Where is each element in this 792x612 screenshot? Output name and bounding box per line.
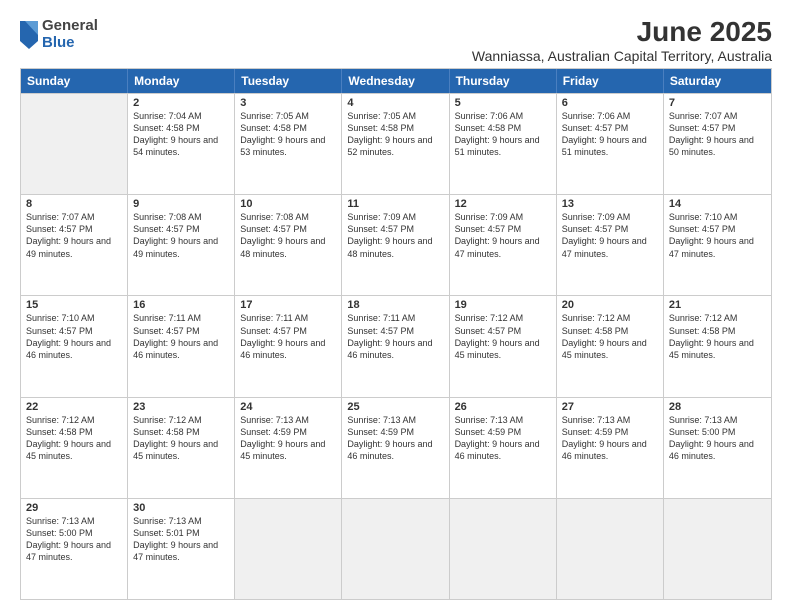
page-subtitle: Wanniassa, Australian Capital Territory,… [472,48,772,64]
calendar: Sunday Monday Tuesday Wednesday Thursday… [20,68,772,600]
header-sunday: Sunday [21,69,128,93]
day-7: 7 Sunrise: 7:07 AMSunset: 4:57 PMDayligh… [664,94,771,194]
empty-cell [557,499,664,599]
page-title: June 2025 [472,16,772,48]
week-row-1: 2 Sunrise: 7:04 AMSunset: 4:58 PMDayligh… [21,93,771,194]
calendar-header: Sunday Monday Tuesday Wednesday Thursday… [21,69,771,93]
day-16: 16 Sunrise: 7:11 AMSunset: 4:57 PMDaylig… [128,296,235,396]
header-saturday: Saturday [664,69,771,93]
day-30: 30 Sunrise: 7:13 AMSunset: 5:01 PMDaylig… [128,499,235,599]
day-4: 4 Sunrise: 7:05 AMSunset: 4:58 PMDayligh… [342,94,449,194]
day-22: 22 Sunrise: 7:12 AMSunset: 4:58 PMDaylig… [21,398,128,498]
header-monday: Monday [128,69,235,93]
day-11: 11 Sunrise: 7:09 AMSunset: 4:57 PMDaylig… [342,195,449,295]
day-10: 10 Sunrise: 7:08 AMSunset: 4:57 PMDaylig… [235,195,342,295]
header: General Blue June 2025 Wanniassa, Austra… [20,16,772,64]
empty-cell [664,499,771,599]
calendar-body: 2 Sunrise: 7:04 AMSunset: 4:58 PMDayligh… [21,93,771,599]
logo: General Blue [20,18,98,51]
header-friday: Friday [557,69,664,93]
empty-cell [342,499,449,599]
day-17: 17 Sunrise: 7:11 AMSunset: 4:57 PMDaylig… [235,296,342,396]
day-23: 23 Sunrise: 7:12 AMSunset: 4:58 PMDaylig… [128,398,235,498]
day-21: 21 Sunrise: 7:12 AMSunset: 4:58 PMDaylig… [664,296,771,396]
day-18: 18 Sunrise: 7:11 AMSunset: 4:57 PMDaylig… [342,296,449,396]
day-5: 5 Sunrise: 7:06 AMSunset: 4:58 PMDayligh… [450,94,557,194]
week-row-4: 22 Sunrise: 7:12 AMSunset: 4:58 PMDaylig… [21,397,771,498]
week-row-2: 8 Sunrise: 7:07 AMSunset: 4:57 PMDayligh… [21,194,771,295]
day-3: 3 Sunrise: 7:05 AMSunset: 4:58 PMDayligh… [235,94,342,194]
day-29: 29 Sunrise: 7:13 AMSunset: 5:00 PMDaylig… [21,499,128,599]
empty-cell [450,499,557,599]
day-26: 26 Sunrise: 7:13 AMSunset: 4:59 PMDaylig… [450,398,557,498]
day-19: 19 Sunrise: 7:12 AMSunset: 4:57 PMDaylig… [450,296,557,396]
day-2: 2 Sunrise: 7:04 AMSunset: 4:58 PMDayligh… [128,94,235,194]
logo-icon [20,21,38,49]
week-row-3: 15 Sunrise: 7:10 AMSunset: 4:57 PMDaylig… [21,295,771,396]
day-25: 25 Sunrise: 7:13 AMSunset: 4:59 PMDaylig… [342,398,449,498]
day-12: 12 Sunrise: 7:09 AMSunset: 4:57 PMDaylig… [450,195,557,295]
header-thursday: Thursday [450,69,557,93]
title-block: June 2025 Wanniassa, Australian Capital … [472,16,772,64]
logo-blue-text: Blue [42,35,98,52]
day-28: 28 Sunrise: 7:13 AMSunset: 5:00 PMDaylig… [664,398,771,498]
header-wednesday: Wednesday [342,69,449,93]
logo-general-text: General [42,18,98,35]
empty-cell [21,94,128,194]
day-14: 14 Sunrise: 7:10 AMSunset: 4:57 PMDaylig… [664,195,771,295]
page: General Blue June 2025 Wanniassa, Austra… [0,0,792,612]
day-9: 9 Sunrise: 7:08 AMSunset: 4:57 PMDayligh… [128,195,235,295]
day-8: 8 Sunrise: 7:07 AMSunset: 4:57 PMDayligh… [21,195,128,295]
day-24: 24 Sunrise: 7:13 AMSunset: 4:59 PMDaylig… [235,398,342,498]
day-27: 27 Sunrise: 7:13 AMSunset: 4:59 PMDaylig… [557,398,664,498]
day-15: 15 Sunrise: 7:10 AMSunset: 4:57 PMDaylig… [21,296,128,396]
day-13: 13 Sunrise: 7:09 AMSunset: 4:57 PMDaylig… [557,195,664,295]
day-6: 6 Sunrise: 7:06 AMSunset: 4:57 PMDayligh… [557,94,664,194]
header-tuesday: Tuesday [235,69,342,93]
week-row-5: 29 Sunrise: 7:13 AMSunset: 5:00 PMDaylig… [21,498,771,599]
empty-cell [235,499,342,599]
day-20: 20 Sunrise: 7:12 AMSunset: 4:58 PMDaylig… [557,296,664,396]
